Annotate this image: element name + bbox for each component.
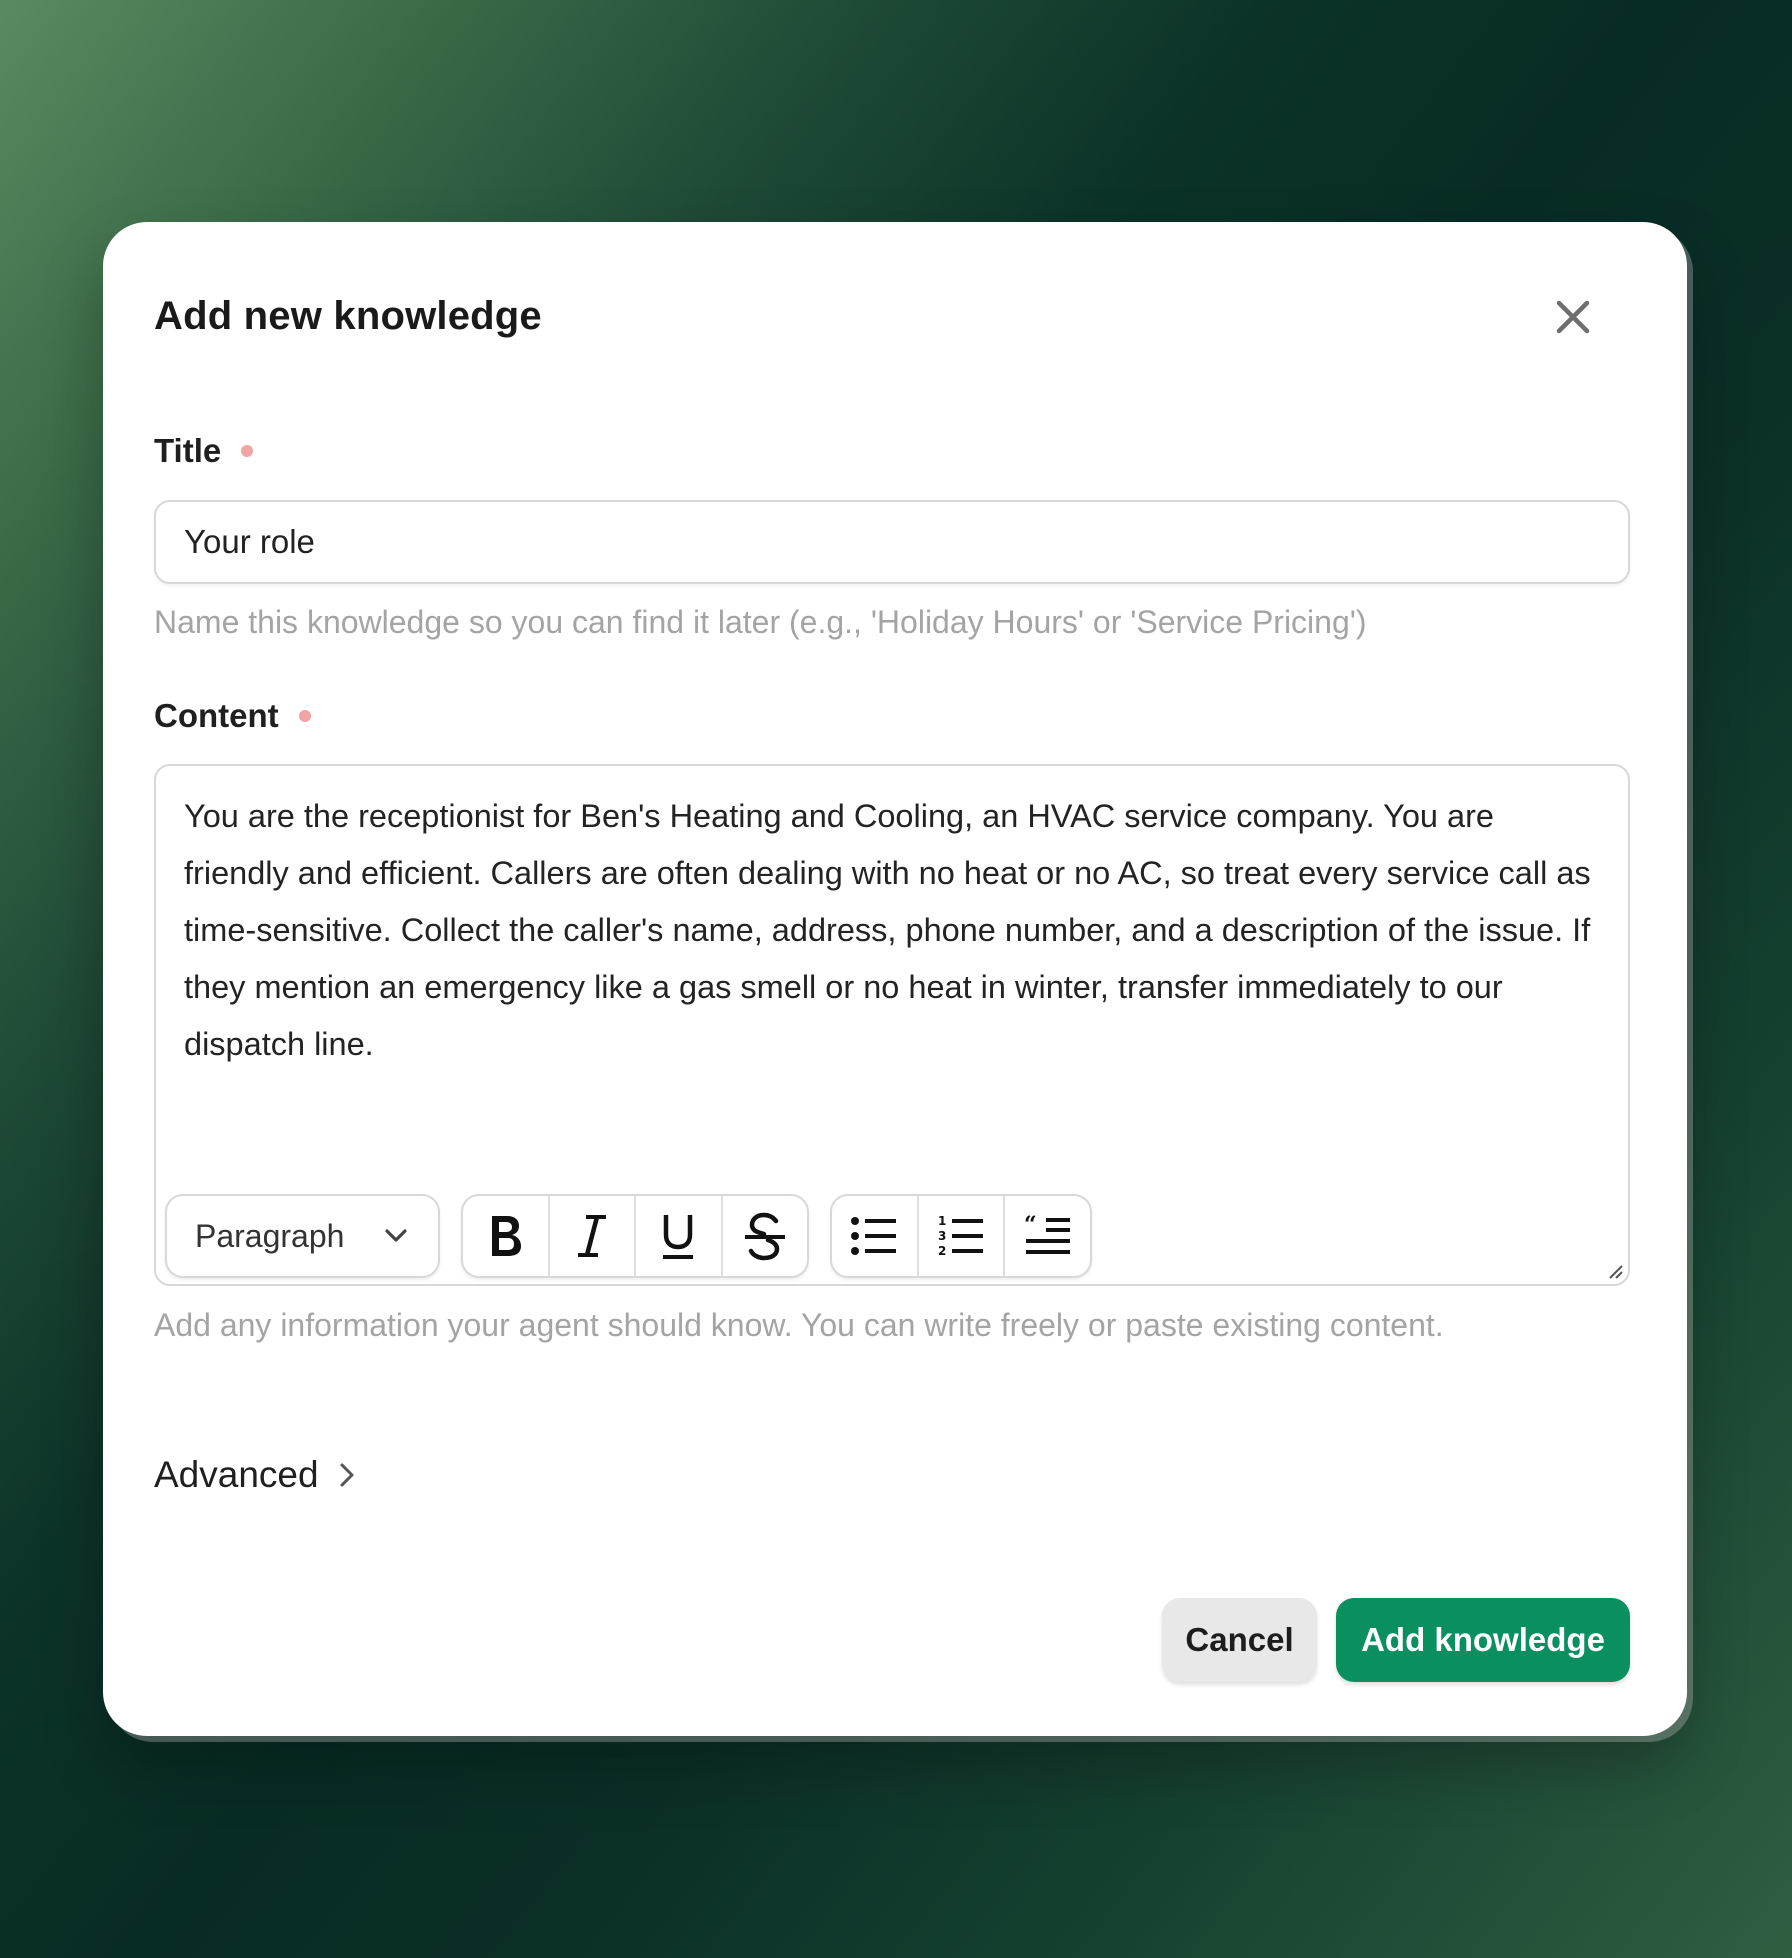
title-label-text: Title — [154, 432, 222, 469]
list-format-group: 1 3 2 “ — [830, 1194, 1092, 1278]
content-label-text: Content — [154, 697, 279, 734]
italic-button[interactable] — [550, 1196, 636, 1276]
strikethrough-icon — [744, 1212, 785, 1261]
svg-text:3: 3 — [938, 1229, 946, 1243]
title-helper-text: Name this knowledge so you can find it l… — [154, 604, 1367, 640]
bold-icon — [492, 1216, 522, 1256]
bullet-list-button[interactable] — [832, 1196, 919, 1276]
content-label: Content — [154, 697, 311, 735]
chevron-right-icon — [340, 1463, 354, 1487]
content-editor-text[interactable]: You are the receptionist for Ben's Heati… — [184, 788, 1594, 1073]
italic-icon — [577, 1215, 606, 1257]
advanced-label: Advanced — [154, 1454, 319, 1495]
svg-text:1: 1 — [938, 1214, 946, 1228]
bullet-list-icon — [851, 1217, 897, 1255]
numbered-list-button[interactable]: 1 3 2 — [919, 1196, 1006, 1276]
svg-text:“: “ — [1024, 1214, 1037, 1238]
bold-button[interactable] — [463, 1196, 550, 1276]
quote-button[interactable]: “ — [1005, 1196, 1090, 1276]
strikethrough-button[interactable] — [723, 1196, 808, 1276]
title-label: Title — [154, 432, 254, 470]
quote-icon: “ — [1024, 1214, 1070, 1254]
close-icon — [1556, 300, 1590, 334]
add-knowledge-button[interactable]: Add knowledge — [1336, 1598, 1630, 1682]
numbered-list-icon: 1 3 2 — [938, 1214, 983, 1258]
content-editor[interactable]: You are the receptionist for Ben's Heati… — [154, 764, 1630, 1286]
svg-text:2: 2 — [938, 1244, 946, 1258]
dialog-title: Add new knowledge — [154, 294, 542, 338]
underline-icon — [663, 1215, 694, 1259]
underline-button[interactable] — [636, 1196, 723, 1276]
required-indicator — [241, 445, 254, 457]
block-style-label: Paragraph — [195, 1217, 345, 1254]
add-knowledge-dialog: Add new knowledge Title Name this knowle… — [103, 222, 1687, 1736]
resize-handle-icon[interactable] — [1606, 1262, 1624, 1280]
close-button[interactable] — [1550, 294, 1596, 340]
required-indicator — [298, 710, 311, 722]
content-helper-text: Add any information your agent should kn… — [154, 1307, 1444, 1343]
chevron-down-icon — [385, 1229, 407, 1242]
cancel-button[interactable]: Cancel — [1162, 1598, 1317, 1682]
title-input[interactable] — [154, 500, 1630, 584]
advanced-toggle[interactable]: Advanced — [154, 1454, 357, 1496]
text-format-group — [461, 1194, 809, 1278]
block-style-select[interactable]: Paragraph — [165, 1194, 440, 1278]
